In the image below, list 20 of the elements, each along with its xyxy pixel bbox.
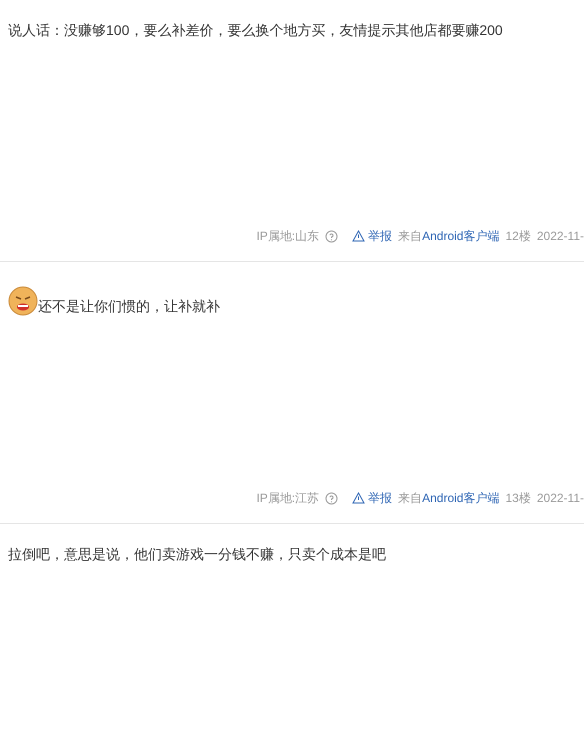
floor-number: 12楼 [505,228,531,245]
angry-emoji-icon [8,286,38,316]
client-link[interactable]: Android客户端 [422,227,500,245]
source-label: 来自 [398,490,422,507]
floor-number: 13楼 [505,490,531,507]
warning-icon [352,492,366,504]
post-text: 说人话：没赚够100，要么补差价，要么换个地方买，友情提示其他店都要赚200 [8,21,503,40]
source-label: 来自 [398,228,422,245]
help-icon [325,230,338,242]
warning-icon [352,230,366,242]
ip-location: IP属地:山东 [256,228,320,245]
post-time: 2022-11- [536,228,584,245]
post-text: 还不是让你们惯的，让补就补 [38,297,220,316]
report-link[interactable]: 举报 [352,489,392,507]
ip-location: IP属地:江苏 [256,490,320,507]
post-text: 拉倒吧，意思是说，他们卖游戏一分钱不赚，只卖个成本是吧 [8,545,386,564]
client-link[interactable]: Android客户端 [422,489,500,507]
help-icon [325,492,338,504]
report-link[interactable]: 举报 [352,227,392,245]
post-time: 2022-11- [536,490,584,507]
